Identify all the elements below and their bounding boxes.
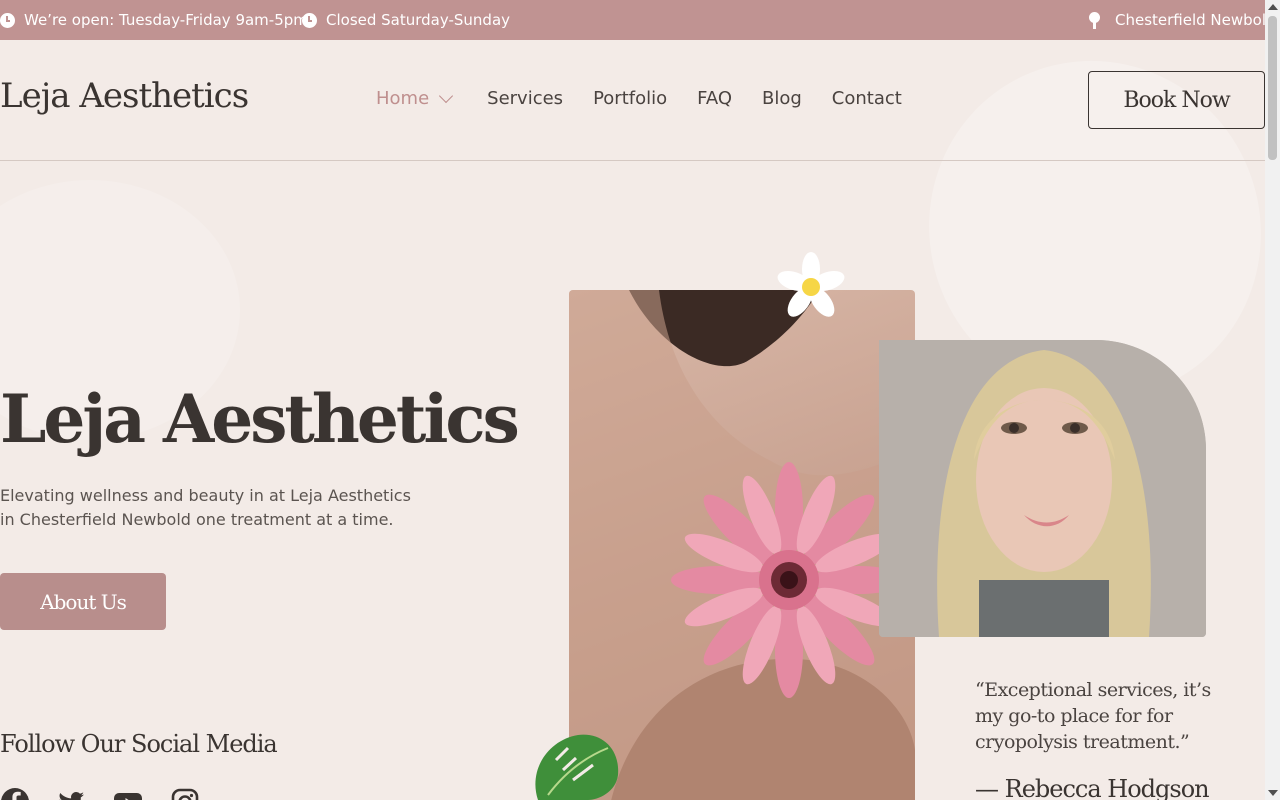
social-links (0, 787, 200, 800)
nav-home[interactable]: Home (376, 88, 457, 109)
nav-contact[interactable]: Contact (832, 88, 902, 109)
top-info-bar: We’re open: Tuesday-Friday 9am-5pm Close… (0, 0, 1276, 40)
hero-image-flower-shoulder (569, 290, 915, 800)
social-media-heading: Follow Our Social Media (0, 730, 278, 758)
closed-hours-text: Closed Saturday-Sunday (326, 11, 511, 29)
hero-title: Leja Aesthetics (0, 380, 520, 458)
testimonial-quote: “Exceptional services, it’s my go-to pla… (975, 679, 1211, 753)
portrait-photo (879, 340, 1206, 637)
book-now-button[interactable]: Book Now (1088, 71, 1265, 129)
twitter-icon[interactable] (56, 787, 86, 800)
location-text[interactable]: Chesterfield Newbold (1115, 11, 1276, 29)
about-us-button[interactable]: About Us (0, 573, 166, 630)
location[interactable]: Chesterfield Newbold (1089, 0, 1276, 40)
scrollbar-thumb[interactable] (1268, 16, 1277, 160)
opening-hours: We’re open: Tuesday-Friday 9am-5pm (0, 0, 308, 40)
chevron-down-icon[interactable] (439, 88, 454, 103)
clock-icon (302, 12, 317, 28)
opening-hours-text: We’re open: Tuesday-Friday 9am-5pm (24, 11, 308, 29)
page-scrollbar[interactable] (1265, 0, 1280, 800)
nav-services[interactable]: Services (487, 88, 563, 109)
scroll-up-arrow-icon[interactable] (1268, 4, 1278, 10)
clock-icon (0, 12, 15, 28)
plumeria-flower-decoration (777, 252, 845, 317)
site-header: Leja Aesthetics Home Services Portfolio … (0, 40, 1265, 161)
instagram-icon[interactable] (170, 787, 200, 800)
nav-blog[interactable]: Blog (762, 88, 802, 109)
nav-home-label[interactable]: Home (376, 88, 429, 109)
youtube-icon[interactable] (112, 787, 144, 800)
nav-faq[interactable]: FAQ (697, 88, 732, 109)
portrait-illustration (879, 340, 1206, 637)
monstera-leaf-decoration (535, 734, 619, 800)
hero-image-illustration (569, 290, 915, 800)
facebook-icon[interactable] (0, 787, 30, 800)
testimonial-author: — Rebecca Hodgson (975, 775, 1210, 800)
main-navigation: Home Services Portfolio FAQ Blog Contact (376, 88, 932, 109)
scroll-down-arrow-icon[interactable] (1268, 790, 1278, 796)
location-pin-icon (1089, 11, 1100, 29)
hero-description: Elevating wellness and beauty in at Leja… (0, 486, 411, 529)
site-logo[interactable]: Leja Aesthetics (0, 76, 249, 116)
nav-portfolio[interactable]: Portfolio (593, 88, 667, 109)
closed-hours: Closed Saturday-Sunday (302, 0, 510, 40)
